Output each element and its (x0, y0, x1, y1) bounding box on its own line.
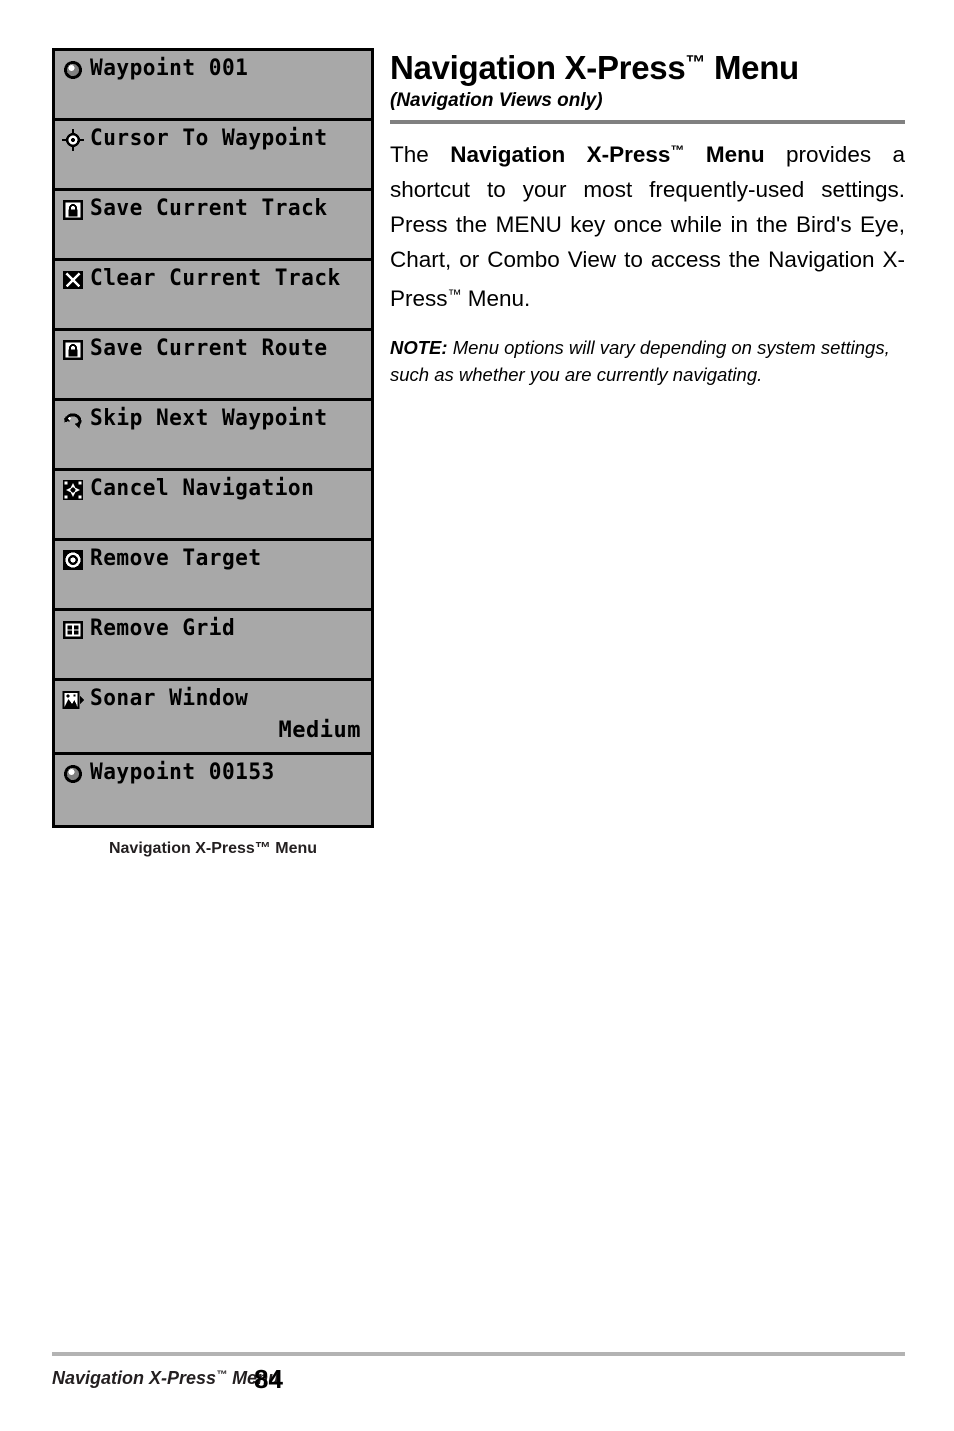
remove-grid-icon (61, 616, 85, 642)
menu-item-save-current-track[interactable]: Save Current Track (55, 191, 371, 261)
save-route-icon (61, 336, 85, 362)
page-title-main: Navigation X-Press (390, 49, 686, 86)
footer-content: Navigation X-Press™ Menu 84 (52, 1364, 905, 1404)
cursor-target-icon (61, 126, 85, 152)
menu-item-label: Cursor To Waypoint (90, 126, 328, 151)
figure-caption: Navigation X-Press™ Menu (108, 840, 318, 857)
menu-item-cancel-navigation[interactable]: Cancel Navigation (55, 471, 371, 541)
menu-item-label: Waypoint 001 (90, 56, 249, 81)
waypoint-icon (61, 56, 85, 82)
paragraph-bold-2: Menu (684, 142, 765, 167)
menu-item-remove-target[interactable]: Remove Target (55, 541, 371, 611)
page-footer: Navigation X-Press™ Menu 84 (52, 1352, 905, 1404)
lcd-menu-panel: Waypoint 001 Cursor To Waypoint Save Curre… (52, 48, 374, 828)
menu-item-label: Waypoint 00153 (90, 760, 275, 785)
navigation-xpress-menu-figure: Waypoint 001 Cursor To Waypoint Save Curre… (52, 48, 374, 858)
page: Waypoint 001 Cursor To Waypoint Save Curre… (0, 0, 954, 1431)
menu-item-cursor-to-waypoint[interactable]: Cursor To Waypoint (55, 121, 371, 191)
menu-item-clear-current-track[interactable]: Clear Current Track (55, 261, 371, 331)
page-subtitle: (Navigation Views only) (390, 90, 603, 111)
note-label: NOTE: (390, 337, 448, 358)
content-column: Navigation X-Press™ Menu (Navigation Vie… (390, 44, 905, 388)
body-paragraph: The Navigation X-Press™ Menu provides a … (390, 133, 905, 316)
waypoint-icon (61, 760, 85, 786)
page-number: 84 (254, 1364, 283, 1394)
menu-item-label: Remove Grid (90, 616, 236, 641)
cancel-navigation-icon (61, 476, 85, 502)
page-title-tail: Menu (705, 49, 799, 86)
menu-item-waypoint-00153[interactable]: Waypoint 00153 (55, 755, 371, 825)
page-title: Navigation X-Press™ Menu (390, 44, 905, 87)
menu-item-label: Clear Current Track (90, 266, 341, 291)
heading-rule (390, 120, 905, 124)
menu-item-skip-next-waypoint[interactable]: Skip Next Waypoint (55, 401, 371, 471)
menu-item-label: Skip Next Waypoint (90, 406, 328, 431)
trademark-symbol: ™ (447, 286, 462, 302)
paragraph-bold-1: Navigation X-Press (450, 142, 671, 167)
menu-item-label: Save Current Route (90, 336, 328, 361)
trademark-symbol: ™ (670, 142, 685, 158)
paragraph-part-3: Menu. (461, 286, 531, 311)
menu-item-label: Remove Target (90, 546, 262, 571)
footer-rule (52, 1352, 905, 1356)
trademark-symbol: ™ (685, 52, 706, 74)
remove-target-icon (61, 546, 85, 572)
menu-item-waypoint-001[interactable]: Waypoint 001 (55, 51, 371, 121)
skip-waypoint-icon (61, 406, 85, 432)
menu-item-label: Save Current Track (90, 196, 328, 221)
save-track-icon (61, 196, 85, 222)
menu-item-label: Sonar Window (90, 686, 249, 711)
paragraph-part-1: The (390, 142, 451, 167)
sonar-window-icon (61, 686, 85, 712)
clear-track-icon (61, 266, 85, 292)
menu-item-value[interactable]: Medium (61, 718, 367, 744)
menu-item-remove-grid[interactable]: Remove Grid (55, 611, 371, 681)
note-text: Menu options will vary depending on syst… (390, 337, 890, 385)
menu-item-label: Cancel Navigation (90, 476, 315, 501)
note-paragraph: NOTE: Menu options will vary depending o… (390, 334, 905, 388)
menu-item-save-current-route[interactable]: Save Current Route (55, 331, 371, 401)
menu-item-sonar-window[interactable]: Sonar Window Medium (55, 681, 371, 755)
